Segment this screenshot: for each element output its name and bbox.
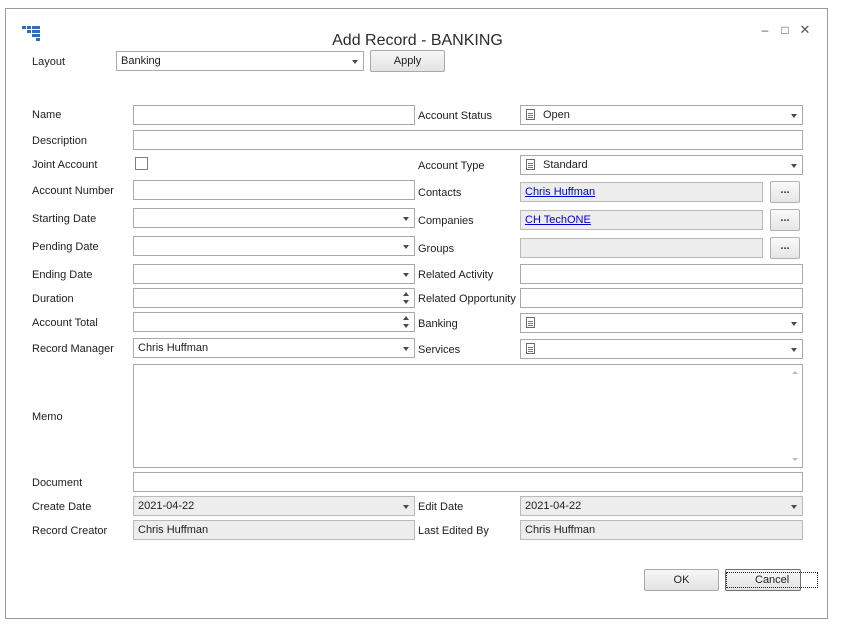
pending-date-picker[interactable] [133,236,415,256]
chevron-down-icon[interactable] [400,265,412,283]
window-title: Add Record - BANKING [332,32,503,49]
chevron-down-icon[interactable] [788,156,800,174]
chevron-down-icon[interactable] [788,340,800,358]
account-number-input[interactable] [133,180,415,200]
starting-date-picker[interactable] [133,208,415,228]
companies-label: Companies [418,215,474,227]
layout-select[interactable]: Banking [116,51,364,71]
ending-date-picker[interactable] [133,264,415,284]
related-activity-label: Related Activity [418,269,494,281]
chevron-down-icon[interactable] [400,497,412,515]
description-label: Description [32,135,88,147]
chevron-down-icon[interactable] [400,237,412,255]
description-input[interactable] [133,130,803,150]
account-type-value: Standard [543,159,588,171]
create-date-value: 2021-04-22 [138,500,195,512]
spin-arrows-icon[interactable] [402,289,412,307]
account-total-label: Account Total [32,317,98,329]
account-total-stepper[interactable] [133,312,415,332]
groups-browse-button[interactable]: ... [770,237,800,259]
chevron-down-icon[interactable] [788,314,800,332]
document-icon [526,159,535,170]
contact-link[interactable]: Chris Huffman [525,186,595,198]
chevron-down-icon[interactable] [400,209,412,227]
chevron-down-icon[interactable] [788,106,800,124]
related-activity-input[interactable] [520,264,803,284]
document-icon [526,317,535,328]
last-edited-by-field: Chris Huffman [520,520,803,540]
chevron-down-icon[interactable] [349,52,361,70]
layout-select-value: Banking [121,55,161,67]
spin-arrows-icon[interactable] [402,313,412,331]
document-input[interactable] [133,472,803,492]
record-creator-field: Chris Huffman [133,520,415,540]
record-manager-select[interactable]: Chris Huffman [133,338,415,358]
document-icon [526,109,535,120]
memo-label: Memo [32,411,63,423]
duration-label: Duration [32,293,74,305]
ok-button[interactable]: OK [644,569,719,591]
layout-label: Layout [32,56,66,68]
groups-field [520,238,763,258]
record-manager-label: Record Manager [32,343,114,355]
joint-account-checkbox[interactable] [135,157,148,170]
ending-date-label: Ending Date [32,269,93,281]
related-opportunity-input[interactable] [520,288,803,308]
memo-textarea[interactable] [133,364,803,468]
edit-date-value: 2021-04-22 [525,500,582,512]
contacts-label: Contacts [418,187,462,199]
edit-date-label: Edit Date [418,501,464,513]
company-link[interactable]: CH TechONE [525,214,591,226]
related-opportunity-label: Related Opportunity [418,293,516,305]
chevron-down-icon[interactable] [400,339,412,357]
banking-label: Banking [418,318,458,330]
maximize-icon[interactable]: □ [778,23,792,37]
account-status-select[interactable]: Open [520,105,803,125]
chevron-down-icon[interactable] [788,497,800,515]
memo-scrollbar[interactable] [788,365,802,467]
close-icon[interactable]: ✕ [798,23,812,37]
edit-date-picker[interactable]: 2021-04-22 [520,496,803,516]
record-manager-value: Chris Huffman [138,342,209,354]
name-label: Name [32,109,62,121]
create-date-picker[interactable]: 2021-04-22 [133,496,415,516]
companies-browse-button[interactable]: ... [770,209,800,231]
services-select[interactable] [520,339,803,359]
document-label: Document [32,477,83,489]
add-record-window: Add Record - BANKING – □ ✕ Layout Bankin… [5,8,828,619]
create-date-label: Create Date [32,501,92,513]
duration-stepper[interactable] [133,288,415,308]
apply-button[interactable]: Apply [370,50,445,72]
cancel-button-label: Cancel [726,572,819,588]
account-type-label: Account Type [418,160,485,172]
services-label: Services [418,344,461,356]
banking-select[interactable] [520,313,803,333]
name-input[interactable] [133,105,415,125]
contacts-field: Chris Huffman [520,182,763,202]
starting-date-label: Starting Date [32,213,97,225]
document-icon [526,343,535,354]
record-creator-label: Record Creator [32,525,108,537]
last-edited-by-label: Last Edited By [418,525,489,537]
minimize-icon[interactable]: – [758,23,772,37]
joint-account-label: Joint Account [32,159,98,171]
pending-date-label: Pending Date [32,241,99,253]
account-number-label: Account Number [32,185,114,197]
account-status-value: Open [543,109,570,121]
groups-label: Groups [418,243,455,255]
cancel-button[interactable]: Cancel [725,569,819,591]
companies-field: CH TechONE [520,210,763,230]
contacts-browse-button[interactable]: ... [770,181,800,203]
account-type-select[interactable]: Standard [520,155,803,175]
account-status-label: Account Status [418,110,492,122]
